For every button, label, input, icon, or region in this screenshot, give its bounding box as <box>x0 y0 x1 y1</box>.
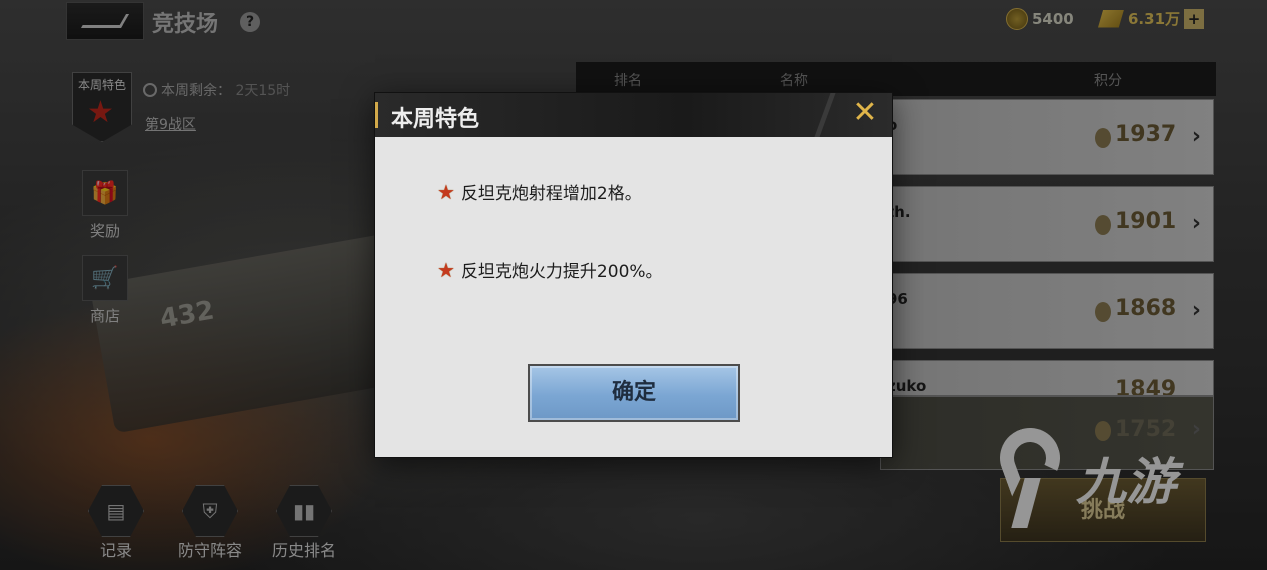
header-decoration <box>805 93 845 137</box>
feature-item: ★ 反坦克炮火力提升200%。 <box>437 257 663 283</box>
star-icon: ★ <box>437 179 455 204</box>
feature-item: ★ 反坦克炮射程增加2格。 <box>437 179 642 205</box>
close-icon[interactable]: ✕ <box>850 98 880 129</box>
dialog-title: 本周特色 <box>391 107 480 132</box>
header-accent-bar <box>375 102 378 128</box>
confirm-button[interactable]: 确定 <box>528 364 740 422</box>
feature-text: 反坦克炮火力提升200%。 <box>460 262 663 282</box>
feature-text: 反坦克炮射程增加2格。 <box>460 184 642 204</box>
star-icon: ★ <box>437 257 455 282</box>
weekly-feature-dialog: 本周特色 ✕ ★ 反坦克炮射程增加2格。 ★ 反坦克炮火力提升200%。 确定 <box>375 93 892 457</box>
dialog-header: 本周特色 ✕ <box>375 93 892 137</box>
